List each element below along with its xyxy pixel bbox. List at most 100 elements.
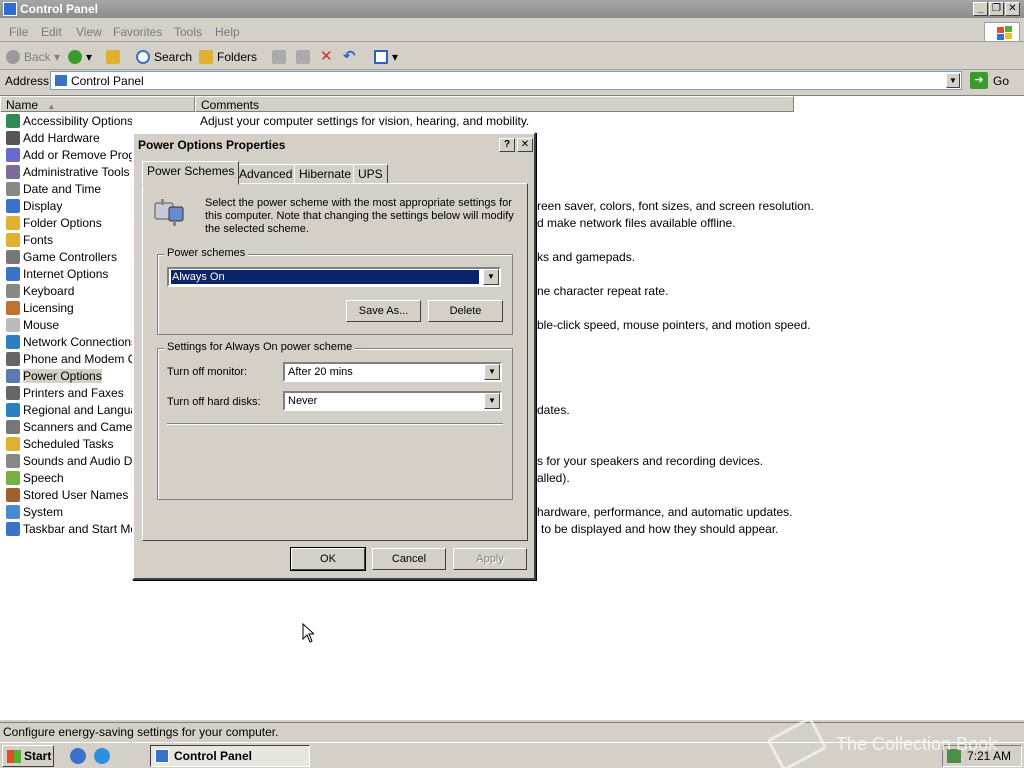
menu-edit[interactable]: Edit — [41, 25, 62, 39]
monitor-value: After 20 mins — [288, 366, 353, 378]
list-item[interactable]: Speech — [6, 470, 132, 487]
list-item[interactable]: Add Hardware — [6, 130, 132, 147]
list-item-label: Keyboard — [23, 284, 75, 298]
list-item[interactable]: Scanners and Cameras — [6, 419, 132, 436]
apply-button[interactable]: Apply — [453, 548, 527, 570]
up-folder-button[interactable] — [106, 49, 124, 65]
go-arrow-icon: ➔ — [970, 72, 988, 89]
divider — [167, 423, 503, 425]
list-item-label: Phone and Modem Options — [23, 352, 132, 366]
list-item-label: Game Controllers — [23, 250, 118, 264]
turn-off-monitor-select[interactable]: After 20 mins ▼ — [283, 362, 502, 382]
list-item-label: System — [23, 505, 64, 519]
list-item-label: Mouse — [23, 318, 60, 332]
views-button[interactable]: ▾ — [374, 49, 398, 65]
forward-button[interactable]: ▾ — [68, 49, 92, 65]
taskbar-control-panel[interactable]: Control Panel — [150, 745, 310, 767]
menu-help[interactable]: Help — [215, 25, 240, 39]
turn-off-hard-disks-select[interactable]: Never ▼ — [283, 391, 502, 411]
search-button[interactable]: Search — [136, 49, 192, 65]
control-panel-applet-icon — [6, 250, 20, 264]
list-item[interactable]: Internet Options — [6, 266, 132, 283]
chevron-down-icon[interactable]: ▼ — [484, 364, 500, 380]
list-item[interactable]: Folder Options — [6, 215, 132, 232]
list-item[interactable]: Phone and Modem Options — [6, 351, 132, 368]
dialog-close-button[interactable]: ✕ — [517, 138, 533, 152]
control-panel-applet-icon — [6, 182, 20, 196]
folders-button[interactable]: Folders — [199, 49, 257, 65]
tab-hibernate[interactable]: Hibernate — [294, 164, 357, 184]
list-item[interactable]: Scheduled Tasks — [6, 436, 132, 453]
list-item-comment: ble-click speed, mouse pointers, and mot… — [537, 318, 811, 332]
save-as-button[interactable]: Save As... — [346, 300, 421, 322]
list-item[interactable]: Accessibility Options — [6, 113, 132, 130]
start-button[interactable]: Start — [2, 745, 54, 767]
go-button[interactable]: ➔ Go — [970, 71, 1020, 90]
internet-explorer-icon[interactable] — [94, 748, 110, 764]
list-item-comment: alled). — [537, 471, 570, 485]
folder-icon — [199, 50, 213, 64]
list-item-label: Taskbar and Start Menu — [23, 522, 132, 536]
windows-flag-icon — [7, 750, 21, 763]
list-item[interactable]: Administrative Tools — [6, 164, 132, 181]
address-dropdown-button[interactable]: ▼ — [946, 73, 960, 88]
control-panel-applet-icon — [6, 284, 20, 298]
power-plug-icon — [154, 199, 184, 226]
tab-advanced[interactable]: Advanced — [234, 164, 298, 184]
close-button[interactable]: ✕ — [1005, 2, 1020, 16]
scheme-settings-group: Settings for Always On power scheme Turn… — [157, 341, 513, 500]
column-header-comments[interactable]: Comments — [195, 96, 794, 112]
explorer-quicklaunch-icon[interactable] — [70, 748, 86, 764]
control-panel-applet-icon — [6, 403, 20, 417]
status-text: Configure energy-saving settings for you… — [3, 725, 279, 739]
menu-favorites[interactable]: Favorites — [113, 25, 162, 39]
tab-power-schemes[interactable]: Power Schemes — [142, 161, 240, 185]
list-item[interactable]: Game Controllers — [6, 249, 132, 266]
menu-file[interactable]: File — [9, 25, 28, 39]
copy-to-icon — [296, 50, 310, 64]
list-item[interactable]: Licensing — [6, 300, 132, 317]
back-button[interactable]: Back ▾ — [6, 49, 60, 65]
help-button[interactable]: ? — [499, 138, 515, 152]
list-item[interactable]: Power Options — [6, 368, 132, 385]
tab-ups[interactable]: UPS — [353, 164, 388, 184]
list-item[interactable]: Mouse — [6, 317, 132, 334]
control-panel-applet-icon — [6, 522, 20, 536]
list-item[interactable]: Sounds and Audio Devices — [6, 453, 132, 470]
move-to-button[interactable] — [272, 49, 290, 65]
power-schemes-panel: Select the power scheme with the most ap… — [142, 183, 528, 541]
ok-button[interactable]: OK — [290, 547, 366, 571]
list-item-comment: s for your speakers and recording device… — [537, 454, 764, 468]
minimize-button[interactable]: _ — [973, 2, 988, 16]
list-item-comment: ne character repeat rate. — [537, 284, 669, 298]
chevron-down-icon[interactable]: ▼ — [484, 393, 500, 409]
copy-to-button[interactable] — [296, 49, 314, 65]
delete-button[interactable]: Delete — [428, 300, 503, 322]
dialog-titlebar[interactable]: Power Options Properties ? ✕ — [136, 136, 533, 154]
list-item[interactable]: Taskbar and Start Menu — [6, 521, 132, 538]
dialog-title: Power Options Properties — [138, 138, 286, 152]
menu-view[interactable]: View — [76, 25, 102, 39]
menu-tools[interactable]: Tools — [174, 25, 202, 39]
list-item[interactable]: Date and Time — [6, 181, 132, 198]
list-item-label: Accessibility Options — [23, 114, 132, 128]
views-icon — [374, 50, 388, 64]
list-item[interactable]: Keyboard — [6, 283, 132, 300]
list-item[interactable]: Stored User Names and Passwords — [6, 487, 132, 504]
list-item[interactable]: Printers and Faxes — [6, 385, 132, 402]
power-scheme-select[interactable]: Always On ▼ — [167, 267, 501, 287]
cancel-button[interactable]: Cancel — [372, 548, 446, 570]
list-item[interactable]: Add or Remove Programs — [6, 147, 132, 164]
window-titlebar[interactable]: Control Panel _ ❐ ✕ — [0, 0, 1024, 18]
chevron-down-icon[interactable]: ▼ — [483, 269, 499, 285]
maximize-button[interactable]: ❐ — [989, 2, 1004, 16]
address-input[interactable]: Control Panel ▼ — [50, 71, 962, 90]
delete-icon[interactable]: ✕ — [320, 49, 333, 65]
list-item[interactable]: Network Connections — [6, 334, 132, 351]
list-item[interactable]: System — [6, 504, 132, 521]
list-item[interactable]: Display — [6, 198, 132, 215]
column-header-name[interactable]: Name ▲ — [0, 96, 195, 112]
list-item[interactable]: Regional and Language Options — [6, 402, 132, 419]
list-item[interactable]: Fonts — [6, 232, 132, 249]
undo-icon[interactable]: ↶ — [343, 49, 356, 65]
